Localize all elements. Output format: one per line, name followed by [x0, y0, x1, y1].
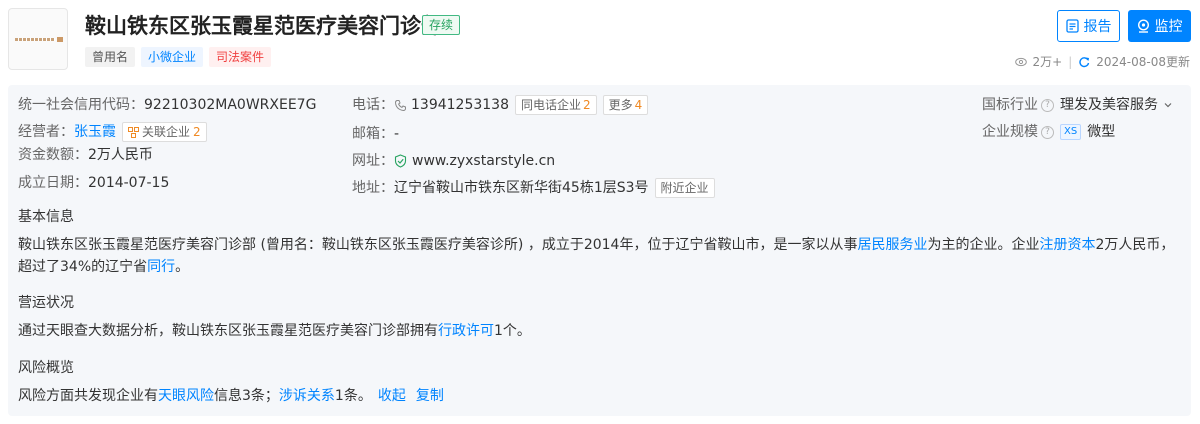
website-link[interactable]: www.zyxstarstyle.cn [412, 151, 555, 171]
basic-info-paragraph: 鞍山铁东区张玉霞星范医疗美容门诊部 (曾用名：鞍山铁东区张玉霞医疗美容诊所) ，… [18, 234, 1178, 278]
founded-label: 成立日期： [18, 175, 88, 191]
founded-row: 成立日期： 2014-07-15 [18, 173, 169, 193]
more-label: 更多 [608, 98, 633, 112]
page-meta: 2万+ | 2024-08-08更新 [1014, 53, 1190, 70]
logo-strip [15, 38, 55, 41]
monitor-icon [1137, 19, 1149, 33]
operator-link[interactable]: 张玉霞 [74, 122, 116, 142]
same-phone-count: 2 [583, 98, 591, 112]
admin-license-link[interactable]: 行政许可 [438, 323, 494, 339]
tag-former-name[interactable]: 曾用名 [85, 47, 136, 67]
related-icon [128, 126, 139, 138]
industry-row: 国标行业 ? 理发及美容服务 [982, 95, 1173, 115]
logo-mark [57, 37, 63, 42]
operator-label: 经营者： [18, 124, 74, 140]
address-value[interactable]: 辽宁省鞍山市铁东区新华街45栋1层S3号 [394, 178, 649, 198]
email-value: - [394, 126, 400, 142]
basic-info-title: 基本信息 [18, 209, 74, 225]
related-count: 2 [193, 125, 201, 139]
basic-text-1: 鞍山铁东区张玉霞星范医疗美容门诊部 (曾用名：鞍山铁东区张玉霞医疗美容诊所) ，… [18, 237, 858, 253]
phone-row: 电话： 13941253138 同电话企业 2 更多 4 [352, 95, 649, 115]
website-label: 网址： [352, 153, 394, 169]
refresh-icon[interactable] [1078, 56, 1090, 68]
operation-text-1: 通过天眼查大数据分析，鞍山铁东区张玉霞星范医疗美容门诊部拥有 [18, 323, 438, 339]
email-label: 邮箱： [352, 126, 394, 142]
collapse-link[interactable]: 收起 [378, 388, 406, 404]
phone-value[interactable]: 13941253138 [411, 95, 509, 115]
peers-link[interactable]: 同行 [147, 259, 175, 275]
basic-text-2: 为主的企业。企业 [927, 237, 1040, 253]
monitor-button[interactable]: 监控 [1128, 10, 1191, 42]
credit-code-value[interactable]: 92210302MA0WRXEE7G [144, 95, 316, 115]
capital-label: 资金数额： [18, 147, 88, 163]
risk-text-3: 1条。 [334, 388, 372, 404]
report-button[interactable]: 报告 [1057, 10, 1120, 42]
industry-label: 国标行业 [982, 97, 1038, 113]
status-badge: 存续 [422, 15, 461, 35]
phone-label: 电话： [352, 97, 394, 113]
company-info-panel: 统一社会信用代码： 92210302MA0WRXEE7G 经营者： 张玉霞 关联… [8, 85, 1191, 416]
same-phone-label: 同电话企业 [520, 98, 581, 112]
company-logo [8, 8, 68, 70]
help-icon[interactable]: ? [1041, 98, 1054, 112]
chevron-down-icon[interactable] [1163, 100, 1173, 110]
basic-text-4: 。 [175, 259, 190, 275]
company-name: 鞍山铁东区张玉霞星范医疗美容门诊部 [85, 14, 442, 38]
risk-text-2: 信息3条； [214, 388, 279, 404]
view-count: 2万+ [1032, 55, 1063, 69]
industry-link[interactable]: 居民服务业 [857, 237, 927, 253]
operation-paragraph: 通过天眼查大数据分析，鞍山铁东区张玉霞星范医疗美容门诊部拥有行政许可1个。 [18, 320, 1178, 342]
credit-code-label: 统一社会信用代码： [18, 97, 144, 113]
phone-icon [394, 99, 406, 111]
tag-judicial-cases[interactable]: 司法案件 [209, 47, 272, 67]
report-label: 报告 [1083, 19, 1112, 35]
risk-paragraph: 风险方面共发现企业有天眼风险信息3条；涉诉关系1条。 收起 复制 [18, 385, 1178, 407]
website-row: 网址： www.zyxstarstyle.cn [352, 151, 555, 171]
email-row: 邮箱： - [352, 124, 399, 144]
more-count: 4 [634, 98, 643, 112]
address-label: 地址： [352, 180, 394, 196]
tag-small-business[interactable]: 小微企业 [141, 47, 204, 67]
operation-title: 营运状况 [18, 295, 74, 311]
credit-code-row: 统一社会信用代码： 92210302MA0WRXEE7G [18, 95, 316, 115]
meta-divider: | [1068, 54, 1073, 69]
litigation-link[interactable]: 涉诉关系 [279, 388, 335, 404]
scale-label: 企业规模 [982, 124, 1038, 140]
eye-icon [1014, 57, 1027, 66]
capital-row: 资金数额： 2万人民币 [18, 145, 153, 165]
more-phones-chip[interactable]: 更多 4 [602, 95, 649, 115]
tianyan-risk-link[interactable]: 天眼风险 [158, 388, 214, 404]
help-icon[interactable]: ? [1041, 125, 1054, 139]
copy-link[interactable]: 复制 [416, 388, 444, 404]
company-tags: 曾用名 小微企业 司法案件 [85, 47, 272, 67]
industry-value[interactable]: 理发及美容服务 [1060, 95, 1158, 115]
related-companies-chip[interactable]: 关联企业 2 [122, 122, 207, 142]
risk-title: 风险概览 [18, 360, 74, 376]
scale-badge: XS [1060, 124, 1082, 140]
report-icon [1065, 19, 1079, 33]
founded-value: 2014-07-15 [88, 175, 170, 191]
related-label: 关联企业 [142, 125, 191, 139]
shield-check-icon [394, 154, 407, 168]
nearby-companies-chip[interactable]: 附近企业 [654, 178, 715, 198]
operator-row: 经营者： 张玉霞 关联企业 2 [18, 122, 207, 142]
risk-text-1: 风险方面共发现企业有 [18, 388, 158, 404]
same-phone-chip[interactable]: 同电话企业 2 [514, 95, 597, 115]
registered-capital-link[interactable]: 注册资本 [1039, 237, 1095, 253]
operation-text-2: 1个。 [494, 323, 531, 339]
update-date: 2024-08-08更新 [1096, 55, 1190, 69]
monitor-label: 监控 [1154, 19, 1183, 35]
capital-value: 2万人民币 [88, 147, 153, 163]
scale-value: 微型 [1087, 124, 1116, 140]
address-row: 地址： 辽宁省鞍山市铁东区新华街45栋1层S3号 附近企业 [352, 178, 715, 198]
scale-row: 企业规模 ? XS 微型 [982, 122, 1115, 142]
